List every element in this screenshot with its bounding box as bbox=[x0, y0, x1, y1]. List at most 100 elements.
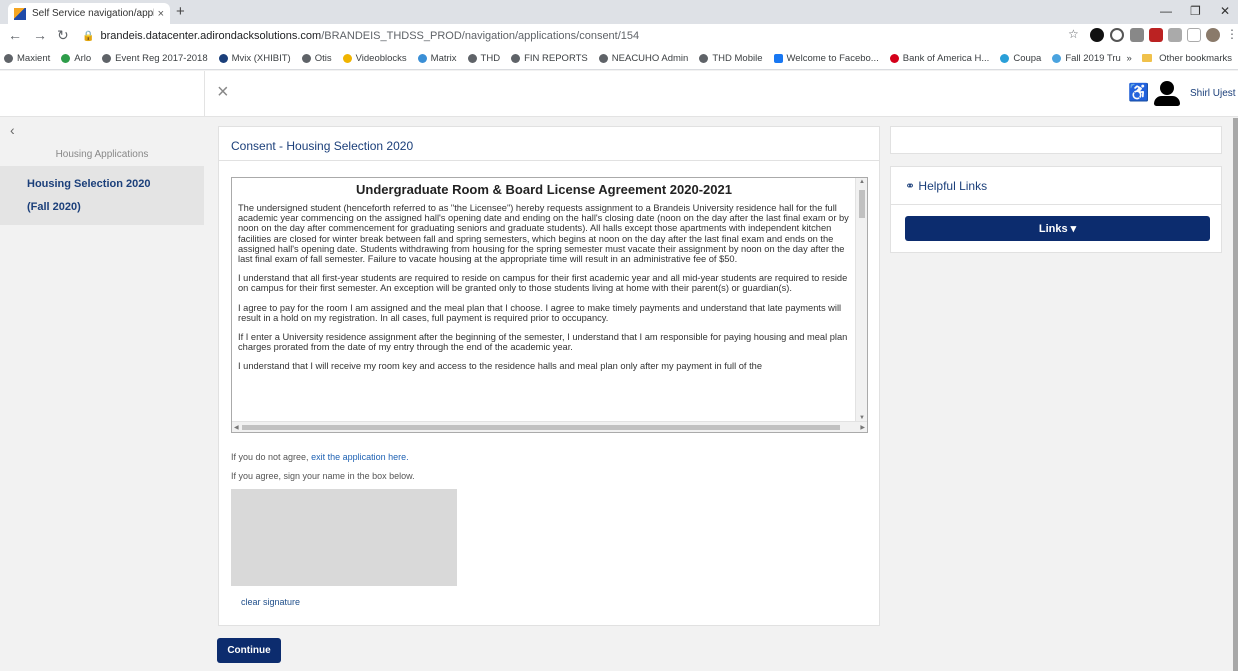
helpful-links-title: ⚭ Helpful Links bbox=[905, 179, 988, 193]
url-host: brandeis.datacenter.adirondacksolutions.… bbox=[100, 30, 322, 42]
bookmark-star-icon[interactable]: ☆ bbox=[1068, 27, 1079, 41]
sidebar-item-housing-selection[interactable]: Housing Selection 2020 (Fall 2020) bbox=[0, 166, 204, 225]
avatar-head bbox=[1160, 81, 1174, 95]
bookmarks-bar: Maxient Arlo Event Reg 2017-2018 Mvix (X… bbox=[0, 48, 1238, 70]
bookmark-item[interactable]: Mvix (XHIBIT) bbox=[218, 53, 291, 64]
bookmark-icon bbox=[417, 54, 427, 63]
new-tab-button[interactable]: + bbox=[176, 3, 185, 20]
bookmarks-overflow[interactable]: » Other bookmarks bbox=[1120, 53, 1232, 64]
extension-icon[interactable] bbox=[1110, 28, 1124, 42]
card-divider bbox=[219, 160, 879, 161]
page-scrollbar[interactable] bbox=[1233, 118, 1238, 671]
bookmark-icon bbox=[4, 54, 13, 63]
bookmark-icon bbox=[301, 54, 311, 63]
agreement-textbox[interactable]: Undergraduate Room & Board License Agree… bbox=[231, 177, 868, 433]
browser-menu-icon[interactable]: ⋮ bbox=[1226, 27, 1238, 41]
more-bookmarks-icon[interactable]: » bbox=[1127, 53, 1132, 64]
bookmark-item[interactable]: Videoblocks bbox=[342, 53, 407, 64]
bank-icon bbox=[889, 54, 899, 63]
avatar-body bbox=[1154, 96, 1180, 106]
vertical-scrollbar[interactable]: ▲ ▼ bbox=[855, 178, 867, 422]
sidebar-back-icon[interactable]: ‹ bbox=[10, 122, 15, 138]
extension-icon[interactable] bbox=[1130, 28, 1144, 42]
extension-icon[interactable] bbox=[1168, 28, 1182, 42]
extension-icon[interactable] bbox=[1187, 28, 1201, 42]
scroll-thumb[interactable] bbox=[242, 425, 840, 430]
links-dropdown-button[interactable]: Links ▾ bbox=[905, 216, 1210, 241]
agreement-paragraph: If I enter a University residence assign… bbox=[238, 332, 848, 353]
bookmark-item[interactable]: Event Reg 2017-2018 bbox=[102, 53, 208, 64]
bookmark-item[interactable]: Coupa bbox=[1000, 53, 1041, 64]
bookmark-item[interactable]: THD Mobile bbox=[699, 53, 763, 64]
bookmark-icon bbox=[1000, 54, 1010, 63]
bookmark-icon bbox=[511, 54, 521, 63]
bookmark-item[interactable]: Matrix bbox=[417, 53, 457, 64]
helpful-links-panel: ⚭ Helpful Links Links ▾ bbox=[890, 166, 1222, 253]
consent-card: Consent - Housing Selection 2020 Undergr… bbox=[218, 126, 880, 626]
bookmark-item[interactable]: NEACUHO Admin bbox=[598, 53, 688, 64]
agreement-paragraph: I understand that all first-year student… bbox=[238, 273, 848, 294]
browser-tabstrip: Self Service navigation/applicatio × + —… bbox=[0, 0, 1238, 24]
bookmark-item[interactable]: Welcome to Facebo... bbox=[773, 53, 879, 64]
extension-icon[interactable] bbox=[1090, 28, 1104, 42]
url-path: /BRANDEIS_THDSS_PROD/navigation/applicat… bbox=[321, 30, 640, 42]
scroll-right-icon[interactable]: ▶ bbox=[860, 424, 865, 431]
bookmark-icon bbox=[102, 54, 112, 63]
bookmark-icon bbox=[699, 54, 709, 63]
link-icon: ⚭ bbox=[905, 179, 916, 193]
bookmark-item[interactable]: Bank of America H... bbox=[889, 53, 989, 64]
clear-signature-link[interactable]: clear signature bbox=[241, 597, 300, 607]
lock-icon: 🔒 bbox=[82, 30, 95, 42]
bookmark-icon bbox=[218, 54, 228, 63]
agreement-content: Undergraduate Room & Board License Agree… bbox=[238, 183, 850, 381]
profile-avatar-icon[interactable] bbox=[1206, 28, 1220, 42]
page-title: Consent - Housing Selection 2020 bbox=[231, 139, 414, 153]
bookmark-item[interactable]: THD bbox=[467, 53, 500, 64]
sidebar-title: Housing Applications bbox=[55, 149, 149, 160]
address-bar[interactable]: 🔒 brandeis.datacenter.adirondacksolution… bbox=[82, 27, 1002, 45]
horizontal-scrollbar[interactable]: ◀ ▶ bbox=[232, 421, 867, 432]
right-panel-empty bbox=[890, 126, 1222, 154]
agreement-paragraph: I agree to pay for the room I am assigne… bbox=[238, 302, 842, 323]
bookmark-item[interactable]: Maxient bbox=[4, 53, 50, 64]
back-arrow-icon[interactable]: ← bbox=[8, 27, 22, 43]
tab-close-icon[interactable]: × bbox=[158, 8, 164, 20]
minimize-icon[interactable]: — bbox=[1160, 4, 1172, 18]
continue-button[interactable]: Continue bbox=[217, 638, 281, 663]
site-favicon-icon bbox=[14, 7, 26, 20]
maximize-icon[interactable]: ❐ bbox=[1190, 4, 1201, 18]
bookmark-item[interactable]: FIN REPORTS bbox=[511, 53, 588, 64]
exit-application-link[interactable]: exit the application here. bbox=[311, 452, 409, 462]
bookmark-icon bbox=[342, 54, 352, 63]
disagree-text: If you do not agree, exit the applicatio… bbox=[231, 452, 409, 462]
user-name[interactable]: Shirl Ujest bbox=[1190, 88, 1236, 99]
header-divider bbox=[204, 71, 205, 117]
bookmark-icon bbox=[61, 54, 71, 63]
browser-tab[interactable]: Self Service navigation/applicatio × bbox=[8, 3, 170, 24]
forward-arrow-icon[interactable]: → bbox=[33, 27, 47, 43]
other-bookmarks[interactable]: Other bookmarks bbox=[1159, 53, 1232, 64]
folder-icon bbox=[1142, 54, 1153, 62]
scroll-up-icon[interactable]: ▲ bbox=[859, 179, 865, 185]
agree-instructions: If you agree, sign your name in the box … bbox=[231, 471, 415, 481]
sidebar: ‹ Housing Applications Housing Selection… bbox=[0, 118, 204, 671]
panel-divider bbox=[891, 204, 1221, 205]
window-close-icon[interactable]: ✕ bbox=[1220, 4, 1230, 18]
scroll-thumb[interactable] bbox=[859, 190, 865, 218]
app-header: × ♿ Shirl Ujest bbox=[0, 71, 1238, 117]
bookmark-item[interactable]: Arlo bbox=[61, 53, 91, 64]
avatar[interactable] bbox=[1154, 81, 1180, 107]
bookmark-item[interactable]: Otis bbox=[301, 53, 332, 64]
extension-icon[interactable] bbox=[1149, 28, 1163, 42]
scroll-left-icon[interactable]: ◀ bbox=[234, 424, 239, 431]
bookmark-icon bbox=[1052, 54, 1062, 63]
reload-icon[interactable]: ↻ bbox=[57, 27, 69, 44]
bookmark-icon bbox=[598, 54, 608, 63]
accessibility-icon[interactable]: ♿ bbox=[1128, 83, 1149, 103]
signature-pad[interactable] bbox=[231, 489, 457, 586]
facebook-icon bbox=[773, 54, 783, 63]
bookmark-icon bbox=[467, 54, 477, 63]
close-icon[interactable]: × bbox=[217, 81, 229, 104]
browser-toolbar: ← → ↻ 🔒 brandeis.datacenter.adirondackso… bbox=[0, 24, 1238, 48]
agreement-heading: Undergraduate Room & Board License Agree… bbox=[356, 182, 732, 197]
